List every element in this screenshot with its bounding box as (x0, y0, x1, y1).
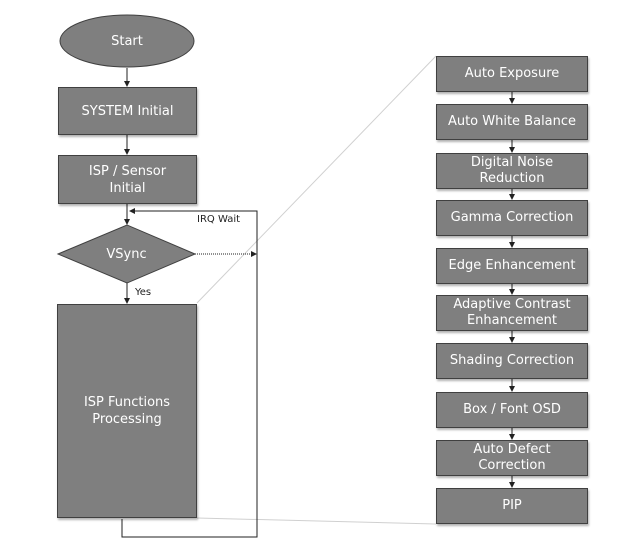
sensor-initial-box: ISP / Sensor Initial (58, 155, 197, 204)
vsync-decision: VSync (106, 246, 147, 262)
isp-function-box: Edge Enhancement (436, 248, 588, 284)
zoom-line-bottom (196, 517, 437, 525)
isp-function-box: Digital Noise Reduction (436, 153, 588, 189)
isp-function-box: Auto White Balance (436, 104, 588, 140)
isp-function-box: Auto Exposure (436, 56, 588, 92)
isp-function-box: Auto Defect Correction (436, 440, 588, 476)
yes-label: Yes (135, 287, 152, 298)
isp-function-box: PIP (436, 488, 588, 524)
zoom-line-top (196, 55, 437, 304)
irq-wait-label: IRQ Wait (197, 214, 241, 225)
isp-function-box: Gamma Correction (436, 200, 588, 236)
isp-function-box: Box / Font OSD (436, 392, 588, 428)
isp-function-box: Adaptive Contrast Enhancement (436, 295, 588, 331)
isp-processing-box: ISP Functions Processing (57, 304, 197, 518)
start-node: Start (111, 33, 143, 49)
isp-function-box: Shading Correction (436, 343, 588, 379)
system-initial-box: SYSTEM Initial (58, 87, 197, 135)
